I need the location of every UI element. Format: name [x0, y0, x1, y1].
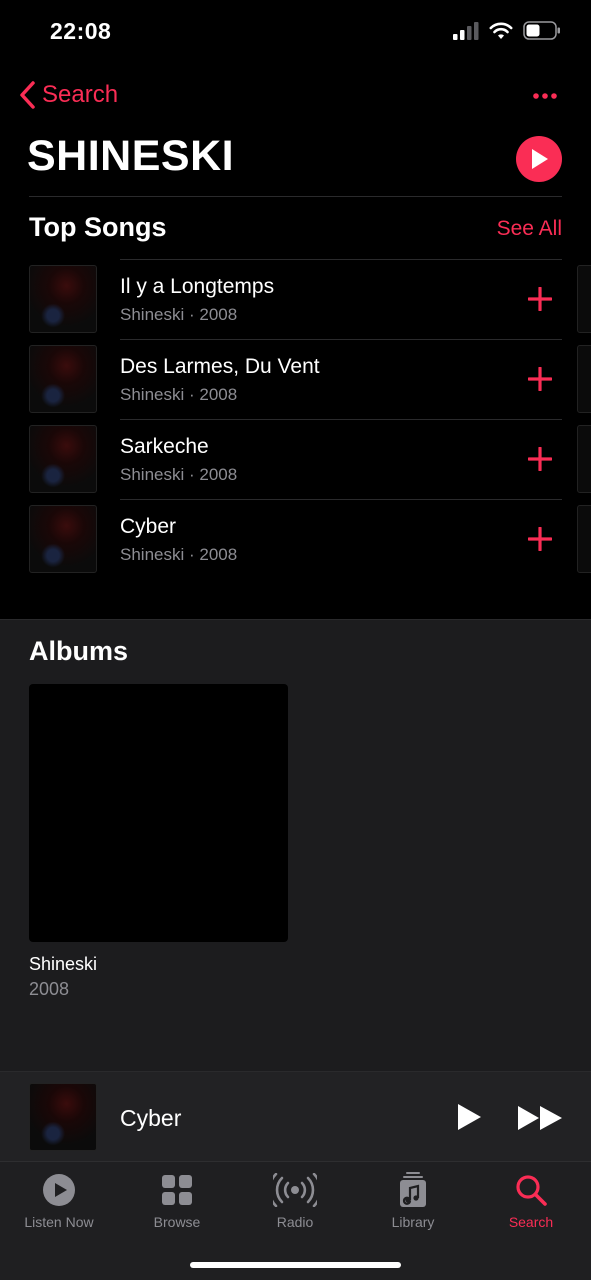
- play-icon: [458, 1104, 481, 1130]
- row-separator: [120, 339, 562, 340]
- wifi-icon: [489, 22, 513, 39]
- plus-icon: [527, 446, 553, 472]
- tab-label: Listen Now: [24, 1214, 94, 1230]
- more-options-button[interactable]: [533, 86, 557, 104]
- song-artwork: [29, 425, 97, 493]
- next-column-artwork: [577, 345, 591, 413]
- song-subtitle: Shineski · 2008: [120, 465, 238, 484]
- add-song-button[interactable]: [527, 446, 553, 476]
- add-song-button[interactable]: [527, 286, 553, 316]
- play-icon: [532, 149, 548, 169]
- browse-icon: [162, 1175, 192, 1205]
- now-playing-artwork: [29, 1083, 97, 1151]
- next-column-artwork: [577, 265, 591, 333]
- tab-browse[interactable]: Browse: [118, 1172, 236, 1230]
- tab-label: Browse: [153, 1214, 201, 1230]
- fast-forward-icon: [518, 1106, 562, 1130]
- artist-name: SHINESKI: [27, 132, 235, 180]
- top-songs-heading: Top Songs: [29, 212, 167, 242]
- plus-icon: [527, 366, 553, 392]
- library-icon: [400, 1172, 426, 1207]
- status-time: 22:08: [50, 18, 112, 44]
- chevron-left-icon: [20, 81, 35, 109]
- song-title: Il y a Longtemps: [120, 275, 275, 298]
- divider: [29, 196, 562, 197]
- song-row[interactable]: Il y a Longtemps Shineski · 2008: [0, 259, 591, 339]
- tab-listen-now[interactable]: Listen Now: [0, 1172, 118, 1230]
- next-column-artwork: [577, 505, 591, 573]
- back-button[interactable]: Search: [18, 80, 118, 110]
- song-row[interactable]: Cyber Shineski · 2008: [0, 499, 591, 579]
- song-title: Cyber: [120, 515, 177, 538]
- add-song-button[interactable]: [527, 526, 553, 556]
- status-icons: [453, 21, 561, 40]
- song-artwork: [29, 265, 97, 333]
- song-subtitle: Shineski · 2008: [120, 545, 238, 564]
- radio-icon: [273, 1173, 317, 1207]
- row-separator: [120, 259, 562, 260]
- song-row[interactable]: Des Larmes, Du Vent Shineski · 2008: [0, 339, 591, 419]
- battery-icon: [523, 21, 560, 40]
- fast-forward-button[interactable]: [517, 1105, 563, 1136]
- mini-play-button[interactable]: [456, 1103, 482, 1136]
- song-artwork: [29, 505, 97, 573]
- see-all-link[interactable]: See All: [497, 217, 562, 241]
- status-bar: 22:08: [0, 0, 591, 60]
- song-title: Des Larmes, Du Vent: [120, 355, 320, 378]
- next-column-artwork: [577, 425, 591, 493]
- now-playing-title: Cyber: [120, 1105, 182, 1131]
- album-year: 2008: [29, 979, 70, 999]
- home-indicator[interactable]: [190, 1262, 401, 1268]
- back-button-label: Search: [42, 81, 119, 108]
- albums-heading: Albums: [29, 636, 129, 666]
- cellular-signal-icon: [453, 21, 479, 40]
- row-separator: [120, 499, 562, 500]
- ellipsis-icon: [533, 93, 557, 99]
- play-artist-button[interactable]: [516, 136, 562, 182]
- listen-now-icon: [43, 1174, 75, 1206]
- album-title[interactable]: Shineski: [29, 954, 97, 975]
- tab-label: Library: [391, 1214, 435, 1230]
- tab-radio[interactable]: Radio: [236, 1172, 354, 1230]
- albums-section: Albums Shineski 2008: [0, 619, 591, 1071]
- tab-label: Radio: [276, 1214, 314, 1230]
- song-title: Sarkeche: [120, 435, 209, 458]
- search-icon: [516, 1175, 547, 1206]
- song-subtitle: Shineski · 2008: [120, 305, 238, 324]
- plus-icon: [527, 526, 553, 552]
- mini-player[interactable]: Cyber: [0, 1071, 591, 1161]
- album-cover[interactable]: [29, 684, 288, 942]
- tab-library[interactable]: Library: [354, 1172, 472, 1230]
- song-subtitle: Shineski · 2008: [120, 385, 238, 404]
- song-artwork: [29, 345, 97, 413]
- row-separator: [120, 419, 562, 420]
- tab-label: Search: [508, 1214, 554, 1230]
- plus-icon: [527, 286, 553, 312]
- add-song-button[interactable]: [527, 366, 553, 396]
- navigation-bar: Search: [0, 74, 591, 118]
- song-row[interactable]: Sarkeche Shineski · 2008: [0, 419, 591, 499]
- tab-search[interactable]: Search: [472, 1172, 590, 1230]
